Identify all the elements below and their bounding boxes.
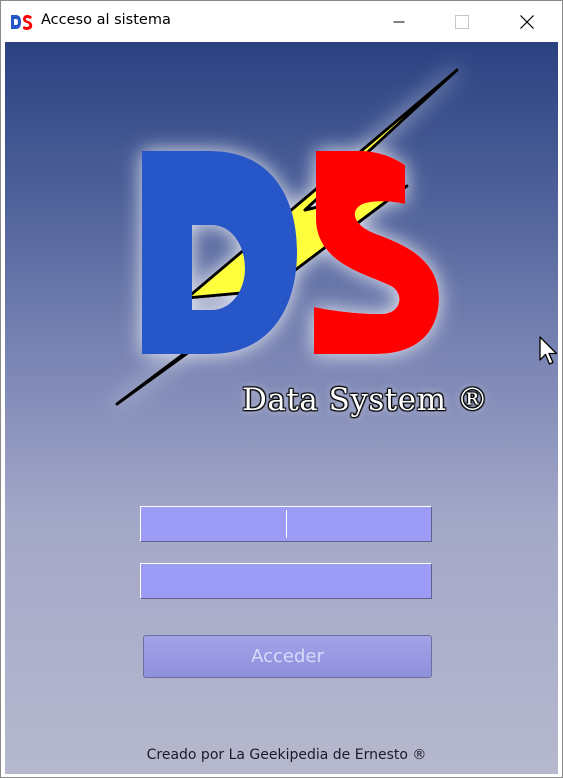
ds-logo-icon — [11, 14, 33, 30]
footer-credit: Creado por La Geekipedia de Ernesto ® — [146, 747, 427, 763]
window-title: Acceso al sistema — [41, 12, 171, 28]
letter-d-shape — [142, 151, 297, 354]
title-bar[interactable]: Acceso al sistema — [1, 1, 562, 42]
maximize-button[interactable] — [439, 1, 485, 42]
login-button[interactable]: Acceder — [143, 635, 432, 678]
password-field[interactable] — [140, 563, 432, 599]
mouse-pointer-icon — [539, 336, 558, 365]
maximize-icon — [455, 14, 469, 29]
close-icon — [520, 14, 534, 29]
login-window: Acceso al sistema Data System ® Acceder … — [0, 0, 563, 778]
text-caret — [286, 510, 287, 538]
close-button[interactable] — [504, 1, 550, 42]
letter-s-shape — [314, 151, 439, 354]
login-panel: Data System ® Acceder Creado por La Geek… — [5, 42, 558, 774]
minimize-icon — [393, 21, 405, 22]
brand-name: Data System ® — [242, 382, 489, 418]
minimize-button[interactable] — [376, 1, 422, 42]
